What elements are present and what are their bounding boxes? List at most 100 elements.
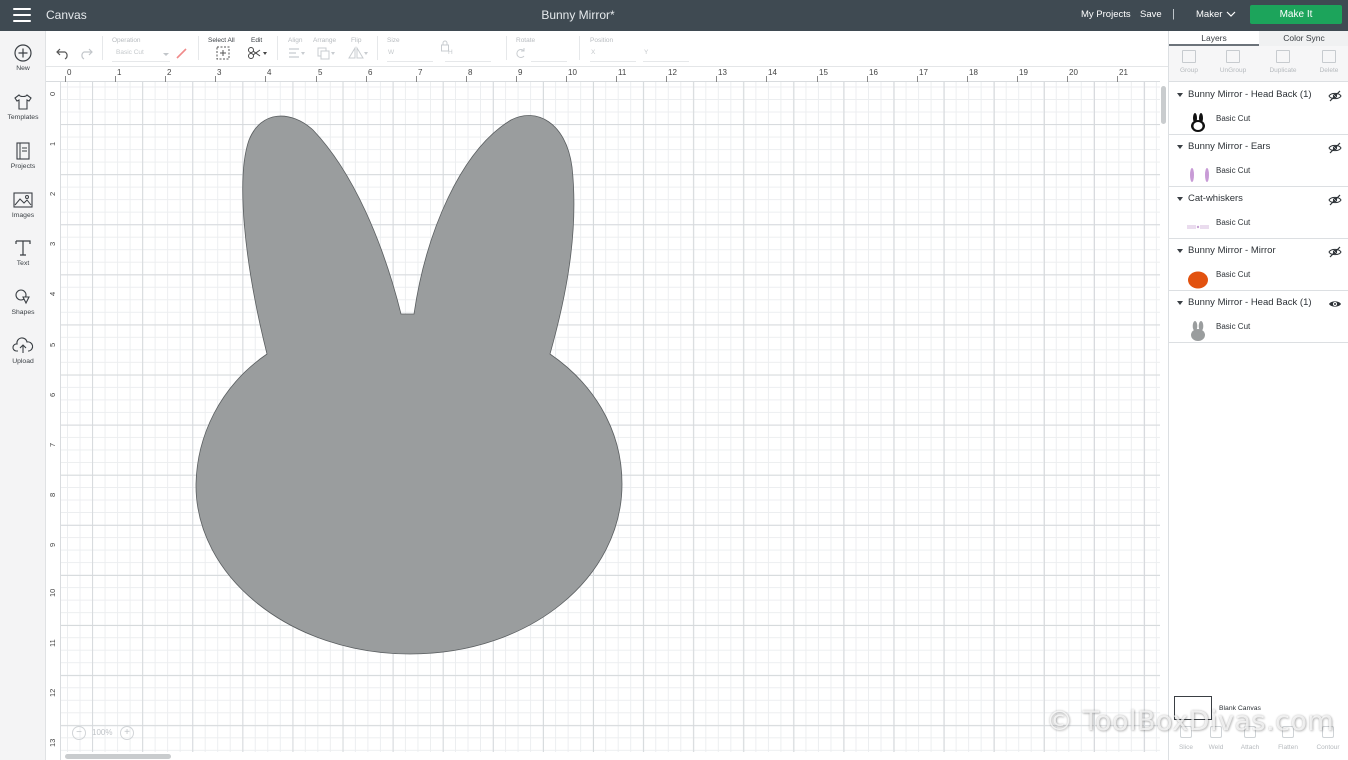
attach-label: Attach (1240, 744, 1260, 751)
eye-hidden-icon[interactable] (1328, 193, 1342, 206)
duplicate-button[interactable]: Duplicate (1263, 50, 1303, 74)
ruler-top-number: 12 (668, 68, 677, 77)
caret-down-icon[interactable] (1177, 197, 1183, 201)
ruler-top-number: 13 (718, 68, 727, 77)
tab-layers[interactable]: Layers (1169, 31, 1259, 46)
zoom-out-button[interactable]: − (72, 726, 86, 740)
save-button[interactable]: Save (1140, 9, 1162, 20)
layer-name: Bunny Mirror - Head Back (1) (1188, 89, 1312, 100)
tab-color-sync[interactable]: Color Sync (1259, 31, 1348, 46)
sidebar-item-shapes[interactable]: Shapes (0, 287, 46, 331)
duplicate-label: Duplicate (1269, 67, 1297, 74)
vertical-scrollbar[interactable] (1160, 82, 1168, 752)
group-button[interactable]: Group (1169, 50, 1209, 74)
design-canvas[interactable] (61, 82, 1160, 752)
zoom-in-button[interactable]: + (120, 726, 134, 740)
text-icon (15, 240, 31, 256)
machine-selector[interactable]: Maker (1196, 9, 1222, 20)
eye-icon[interactable] (1328, 297, 1342, 309)
ruler-top-number: 21 (1119, 68, 1128, 77)
pen-color-icon[interactable] (174, 46, 190, 60)
toolbar-divider (198, 36, 199, 60)
shapes-icon (15, 289, 30, 305)
sidebar-item-images[interactable]: Images (0, 190, 46, 234)
sidebar-item-projects[interactable]: Projects (0, 141, 46, 185)
caret-down-icon[interactable] (1177, 145, 1183, 149)
document-title: Bunny Mirror* (541, 8, 615, 22)
left-sidebar: New Templates Projects Images Text Shape… (0, 31, 46, 760)
sidebar-item-label: Images (11, 212, 35, 219)
layer-name: Bunny Mirror - Head Back (1) (1188, 297, 1312, 308)
operation-select[interactable]: Basic Cut (116, 49, 144, 60)
ruler-top-number: 6 (368, 68, 373, 77)
flatten-label: Flatten (1278, 744, 1298, 751)
ruler-left-number: 9 (48, 542, 57, 547)
select-all-icon[interactable] (215, 46, 231, 60)
sidebar-item-upload[interactable]: Upload (0, 336, 46, 380)
rotate-input[interactable] (531, 61, 567, 62)
scroll-thumb[interactable] (65, 754, 171, 759)
layer-thumbnail (1186, 321, 1210, 341)
size-label: Size (387, 37, 400, 44)
ungroup-button[interactable]: UnGroup (1213, 50, 1253, 74)
delete-label: Delete (1319, 67, 1339, 74)
size-h-input[interactable] (445, 61, 491, 62)
ruler-top-number: 7 (418, 68, 423, 77)
ruler-top-number: 3 (217, 68, 222, 77)
rotate-icon (516, 48, 525, 58)
duplicate-icon (1276, 50, 1290, 63)
eye-hidden-icon[interactable] (1328, 89, 1342, 102)
sidebar-item-new[interactable]: New (0, 43, 46, 87)
scroll-thumb[interactable] (1161, 86, 1166, 124)
ruler-left-number: 12 (48, 688, 57, 697)
caret-down-icon[interactable] (1177, 93, 1183, 97)
top-header: Canvas Bunny Mirror* My Projects Save | … (0, 0, 1348, 31)
ruler-top-number: 0 (67, 68, 72, 77)
layer-operation: Basic Cut (1216, 114, 1251, 123)
ruler-left-number: 8 (48, 492, 57, 497)
undo-icon[interactable] (55, 46, 71, 60)
sidebar-item-templates[interactable]: Templates (0, 92, 46, 136)
ruler-top-number: 17 (919, 68, 928, 77)
delete-button[interactable]: Delete (1309, 50, 1348, 74)
chevron-down-icon[interactable] (1226, 9, 1236, 19)
position-y-input[interactable] (643, 61, 689, 62)
select-all-label: Select All (208, 37, 235, 44)
layer-name: Bunny Mirror - Ears (1188, 141, 1271, 152)
caret-down-icon[interactable] (1177, 249, 1183, 253)
size-w-input[interactable] (387, 61, 433, 62)
ruler-left-number: 1 (48, 141, 57, 146)
layer-operation: Basic Cut (1216, 166, 1251, 175)
layer-item[interactable]: Cat-whiskers Basic Cut (1169, 187, 1348, 239)
layer-item[interactable]: Bunny Mirror - Ears Basic Cut (1169, 135, 1348, 187)
eye-hidden-icon[interactable] (1328, 141, 1342, 154)
chevron-down-icon[interactable] (162, 46, 170, 60)
layer-item[interactable]: Bunny Mirror - Head Back (1) Basic Cut (1169, 83, 1348, 135)
bunny-head-shape[interactable] (61, 82, 1160, 752)
sidebar-item-label: Upload (12, 358, 34, 365)
my-projects-link[interactable]: My Projects (1081, 9, 1131, 20)
app-window: Canvas Bunny Mirror* My Projects Save | … (0, 0, 1348, 760)
layers-panel: Layers Color Sync Group UnGroup Duplicat… (1168, 31, 1348, 760)
position-x-input[interactable] (590, 61, 636, 62)
caret-down-icon[interactable] (1177, 301, 1183, 305)
horizontal-scrollbar[interactable] (61, 752, 1160, 760)
make-it-button[interactable]: Make It (1250, 5, 1342, 24)
sidebar-item-text[interactable]: Text (0, 238, 46, 282)
align-icon (289, 48, 305, 58)
redo-icon[interactable] (78, 46, 94, 60)
size-w-label: W (388, 49, 395, 56)
position-y-label: Y (644, 49, 649, 56)
toolbar-divider (277, 36, 278, 60)
group-label: Group (1179, 67, 1199, 74)
size-h-label: H (448, 49, 453, 56)
layer-item[interactable]: Bunny Mirror - Mirror Basic Cut (1169, 239, 1348, 291)
layer-thumbnail (1186, 165, 1210, 185)
sidebar-item-label: Text (16, 260, 30, 267)
flip-icon (348, 46, 368, 59)
layer-name: Cat-whiskers (1188, 193, 1243, 204)
eye-hidden-icon[interactable] (1328, 245, 1342, 258)
layer-item[interactable]: Bunny Mirror - Head Back (1) Basic Cut (1169, 291, 1348, 343)
edit-scissors-icon[interactable] (247, 46, 269, 60)
contour-label: Contour (1316, 744, 1340, 751)
